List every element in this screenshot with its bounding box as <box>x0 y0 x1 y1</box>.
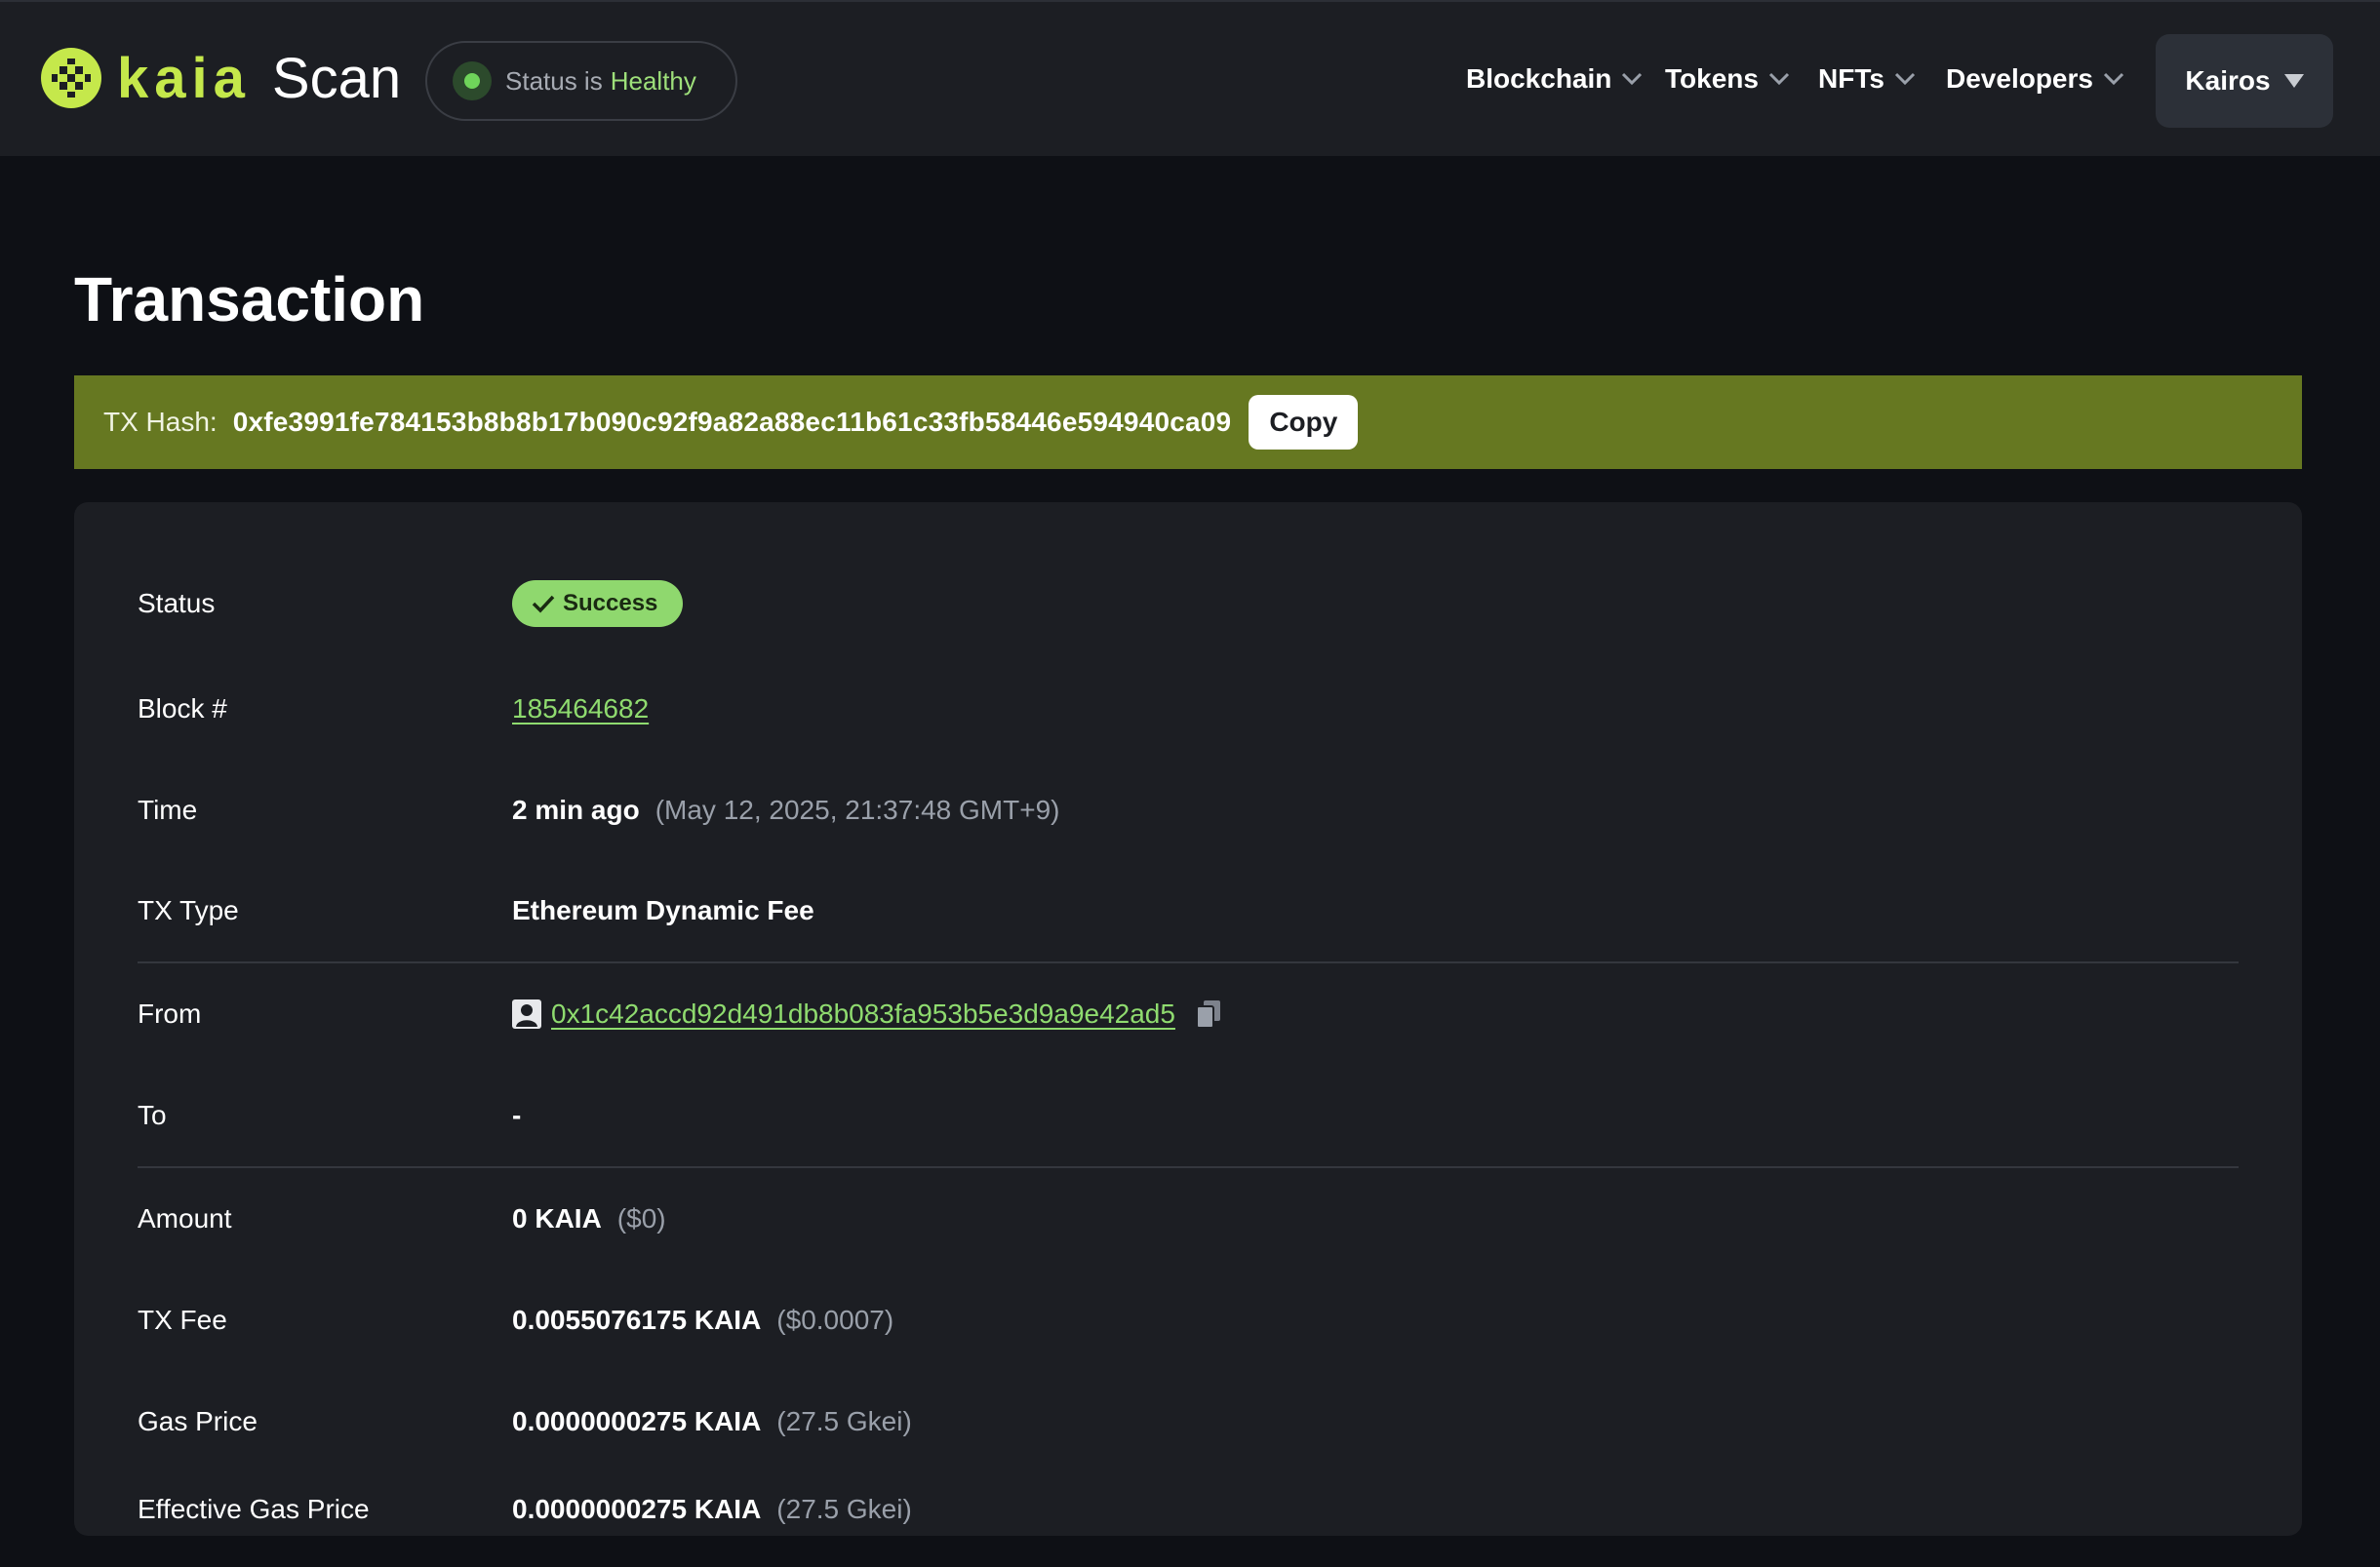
chevron-down-icon <box>2103 72 2124 86</box>
tx-fee-value: 0.0055076175 KAIA <box>512 1305 762 1335</box>
detail-row-from: From 0x1c42accd92d491db8b083fa953b5e3d9a… <box>138 985 2239 1043</box>
amount-usd: ($0) <box>616 1203 666 1234</box>
nav-developers[interactable]: Developers <box>1946 63 2124 95</box>
section-divider <box>138 961 2239 963</box>
nav-label: NFTs <box>1818 63 1884 94</box>
block-number-link[interactable]: 185464682 <box>512 693 649 725</box>
nav-label: Blockchain <box>1466 63 1612 94</box>
page-title: Transaction <box>74 264 425 334</box>
row-value: 185464682 <box>512 693 649 725</box>
row-value: 0.0055076175 KAIA ($0.0007) <box>512 1305 893 1336</box>
section-divider <box>138 1166 2239 1168</box>
from-address-link[interactable]: 0x1c42accd92d491db8b083fa953b5e3d9a9e42a… <box>551 999 1175 1030</box>
nav-label: Tokens <box>1665 63 1759 94</box>
row-label: Gas Price <box>138 1406 258 1436</box>
account-icon <box>512 999 541 1029</box>
logo-wordmark: kaia <box>117 46 251 110</box>
detail-row-status: Status Success <box>138 574 2239 633</box>
copy-hash-button[interactable]: Copy <box>1249 395 1359 450</box>
amount-value: 0 KAIA <box>512 1203 602 1234</box>
status-value: Healthy <box>610 65 696 96</box>
row-value: - <box>512 1100 521 1131</box>
network-selector-button[interactable]: Kairos <box>2156 34 2333 128</box>
row-value: 2 min ago (May 12, 2025, 21:37:48 GMT+9) <box>512 795 1059 826</box>
kaia-logo-icon <box>41 48 101 108</box>
detail-row-gas-price: Gas Price 0.0000000275 KAIA (27.5 Gkei) <box>138 1392 2239 1451</box>
detail-row-tx-fee: TX Fee 0.0055076175 KAIA ($0.0007) <box>138 1291 2239 1350</box>
status-indicator-icon <box>453 61 492 100</box>
nav-blockchain[interactable]: Blockchain <box>1466 63 1643 95</box>
chevron-down-icon <box>1894 72 1915 86</box>
chevron-down-icon <box>1768 72 1790 86</box>
network-status-pill[interactable]: Status is Healthy <box>425 41 737 121</box>
row-label: Time <box>138 795 198 825</box>
row-value: 0 KAIA ($0) <box>512 1203 666 1234</box>
check-icon <box>532 595 555 613</box>
to-value: - <box>512 1100 522 1130</box>
gas-price-value: 0.0000000275 KAIA <box>512 1406 762 1436</box>
row-label: Effective Gas Price <box>138 1494 370 1524</box>
network-label: Kairos <box>2185 65 2271 96</box>
tx-fee-usd: ($0.0007) <box>776 1305 894 1335</box>
nav-label: Developers <box>1946 63 2093 94</box>
row-label: TX Type <box>138 895 239 925</box>
tx-type-value: Ethereum Dynamic Fee <box>512 895 814 925</box>
row-value: 0.0000000275 KAIA (27.5 Gkei) <box>512 1406 912 1437</box>
status-prefix: Status is <box>505 65 603 96</box>
nav-nfts[interactable]: NFTs <box>1818 63 1916 95</box>
detail-row-amount: Amount 0 KAIA ($0) <box>138 1190 2239 1248</box>
detail-row-block: Block # 185464682 <box>138 680 2239 738</box>
tx-hash-bar: TX Hash: 0xfe3991fe784153b8b8b17b090c92f… <box>74 375 2302 469</box>
chevron-down-icon <box>1622 72 1643 86</box>
row-label: TX Fee <box>138 1305 227 1335</box>
row-value: 0x1c42accd92d491db8b083fa953b5e3d9a9e42a… <box>512 999 1222 1030</box>
kaiascan-logo[interactable]: kaia Scan <box>41 46 402 110</box>
nav-tokens[interactable]: Tokens <box>1665 63 1790 95</box>
caret-down-icon <box>2283 74 2304 88</box>
row-label: From <box>138 999 202 1029</box>
detail-row-to: To - <box>138 1086 2239 1145</box>
status-badge: Success <box>512 580 684 627</box>
row-label: Amount <box>138 1203 232 1234</box>
time-relative: 2 min ago <box>512 795 640 825</box>
top-header: kaia Scan Status is Healthy Blockchain T… <box>0 0 2380 156</box>
copy-icon[interactable] <box>1195 999 1222 1029</box>
row-label: Block # <box>138 693 227 724</box>
row-label: To <box>138 1100 167 1130</box>
effective-gas-price-value: 0.0000000275 KAIA <box>512 1494 762 1524</box>
row-value: Ethereum Dynamic Fee <box>512 895 814 926</box>
tx-hash-value[interactable]: 0xfe3991fe784153b8b8b17b090c92f9a82a88ec… <box>233 407 1232 438</box>
detail-row-tx-type: TX Type Ethereum Dynamic Fee <box>138 881 2239 940</box>
effective-gas-price-gkei: (27.5 Gkei) <box>776 1494 912 1524</box>
row-label: Status <box>138 588 216 618</box>
row-value: Success <box>512 580 684 627</box>
tx-hash-label: TX Hash: <box>103 407 218 437</box>
time-absolute: (May 12, 2025, 21:37:48 GMT+9) <box>654 795 1060 825</box>
detail-row-time: Time 2 min ago (May 12, 2025, 21:37:48 G… <box>138 781 2239 840</box>
detail-row-effective-gas-price: Effective Gas Price 0.0000000275 KAIA (2… <box>138 1494 2239 1533</box>
row-value: 0.0000000275 KAIA (27.5 Gkei) <box>512 1494 912 1525</box>
transaction-details-card: Status Success Block # 185464682 Time 2 … <box>74 502 2302 1536</box>
status-badge-text: Success <box>563 590 658 616</box>
logo-scan-text: Scan <box>271 46 402 110</box>
gas-price-gkei: (27.5 Gkei) <box>776 1406 912 1436</box>
